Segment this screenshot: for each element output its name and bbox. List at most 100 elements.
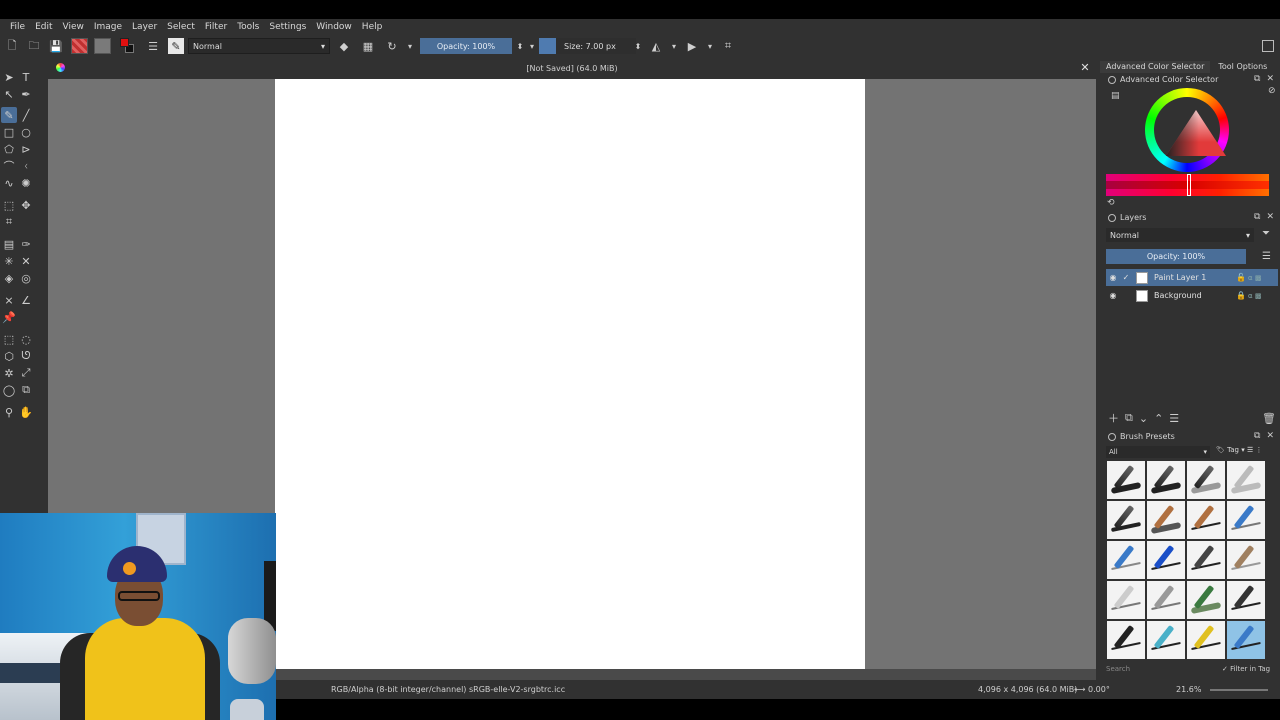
layer-blend-mode-select[interactable]: Normal ▾	[1106, 228, 1254, 242]
brush-preset[interactable]	[1227, 461, 1265, 499]
measure-tool-icon[interactable]: ∠	[18, 292, 34, 308]
brush-preset[interactable]	[1107, 461, 1145, 499]
pan-tool-icon[interactable]: ✋	[18, 404, 34, 420]
refresh-icon[interactable]: ⟲	[1107, 198, 1115, 208]
freehand-path-icon[interactable]: ᚲ	[18, 158, 34, 174]
eraser-mode-icon[interactable]: ◆	[336, 38, 352, 54]
brush-preset[interactable]	[1147, 501, 1185, 539]
menu-select[interactable]: Select	[162, 22, 200, 32]
calligraphy-icon[interactable]: ✒	[18, 86, 34, 102]
layer-row-background[interactable]: ◉ Background 🔒 α ▩	[1106, 287, 1278, 304]
dynamic-brush-icon[interactable]: ∿	[1, 175, 17, 191]
color-triangle[interactable]	[1166, 110, 1226, 156]
text-tool-icon[interactable]: T	[18, 69, 34, 85]
open-folder-icon[interactable]: 🗀	[26, 38, 42, 54]
menu-layer[interactable]: Layer	[127, 22, 162, 32]
opacity-slider[interactable]: Opacity: 100%	[420, 38, 512, 54]
filter-in-tag-checkbox[interactable]: ✓ Filter in Tag	[1222, 665, 1270, 673]
move-down-icon[interactable]: ⌄	[1139, 412, 1148, 425]
menu-help[interactable]: Help	[357, 22, 388, 32]
brush-preset[interactable]	[1147, 621, 1185, 659]
menu-settings[interactable]: Settings	[264, 22, 311, 32]
brush-preset[interactable]	[1227, 581, 1265, 619]
rotation-readout[interactable]: ⟷ 0.00°	[1074, 685, 1110, 694]
unlock-icon[interactable]: 🔓	[1234, 273, 1248, 282]
blend-mode-select[interactable]: Normal ▾	[188, 38, 330, 54]
brush-tag-select[interactable]: All ▾	[1106, 446, 1210, 458]
polygon-select-icon[interactable]: ⬡	[1, 348, 17, 364]
brush-preset[interactable]	[1187, 501, 1225, 539]
smart-patch-icon[interactable]: ✕	[18, 253, 34, 269]
reference-tool-icon[interactable]: 📌	[1, 309, 17, 325]
bezier-select-icon[interactable]: ◯	[1, 382, 17, 398]
bezier-tool-icon[interactable]: ⌒	[1, 158, 17, 174]
checkmark-icon[interactable]: ✓	[1120, 273, 1132, 282]
brush-search-input[interactable]: Search	[1106, 665, 1216, 673]
tab-advanced-color-selector[interactable]: Advanced Color Selector	[1100, 61, 1211, 73]
brush-preset[interactable]	[1187, 621, 1225, 659]
ellipse-select-icon[interactable]: ◌	[18, 331, 34, 347]
layer-flags-icon[interactable]: α ▩	[1248, 292, 1278, 300]
new-document-icon[interactable]: 🗋	[4, 38, 20, 54]
layer-flags-icon[interactable]: α ▩	[1248, 274, 1278, 282]
reload-dropdown-icon[interactable]: ▾	[402, 38, 418, 54]
color-selector-settings-icon[interactable]: ▤	[1111, 91, 1120, 101]
color-picker-small-icon[interactable]: ⊘	[1268, 86, 1276, 96]
wrap-around-icon[interactable]: ⌗	[720, 38, 736, 54]
size-spinner-icon[interactable]: ⬍	[630, 38, 646, 54]
tab-tool-options[interactable]: Tool Options	[1212, 61, 1273, 73]
save-icon[interactable]: 💾	[48, 38, 64, 54]
reload-preset-icon[interactable]: ↻	[384, 38, 400, 54]
menu-tools[interactable]: Tools	[232, 22, 264, 32]
menu-window[interactable]: Window	[311, 22, 357, 32]
close-panel-icon[interactable]: ✕	[1266, 74, 1274, 84]
fill-tool-icon[interactable]: ◈	[1, 270, 17, 286]
brush-preset[interactable]	[1147, 541, 1185, 579]
brush-preset[interactable]	[1147, 581, 1185, 619]
transform-tool-icon[interactable]: ⬚	[1, 197, 17, 213]
drawing-canvas[interactable]	[275, 79, 865, 669]
document-tab[interactable]: [Not Saved] (64.0 MiB) ✕	[48, 57, 1096, 79]
mirror-v-dropdown-icon[interactable]: ▾	[702, 38, 718, 54]
brush-settings-icon[interactable]: ☰	[145, 38, 161, 54]
brush-preset[interactable]	[1187, 461, 1225, 499]
zoom-level[interactable]: 21.6%	[1176, 685, 1201, 694]
multibrush-icon[interactable]: ✺	[18, 175, 34, 191]
float-panel-icon[interactable]: ⧉	[1254, 431, 1260, 441]
brush-preset[interactable]	[1227, 501, 1265, 539]
menu-filter[interactable]: Filter	[200, 22, 232, 32]
close-panel-icon[interactable]: ✕	[1266, 212, 1274, 222]
filter-icon[interactable]: ⏷	[1262, 228, 1270, 239]
edit-shapes-icon[interactable]: ↖	[1, 86, 17, 102]
dock-layout-icon[interactable]	[1262, 40, 1274, 52]
zoom-tool-icon[interactable]: ⚲	[1, 404, 17, 420]
lock-icon[interactable]: 🔒	[1234, 291, 1248, 300]
float-panel-icon[interactable]: ⧉	[1254, 212, 1260, 222]
trash-icon[interactable]: 🗑	[1262, 412, 1276, 425]
mirror-dropdown-icon[interactable]: ▾	[666, 38, 682, 54]
layer-opacity-slider[interactable]: Opacity: 100%	[1106, 249, 1246, 264]
colorize-mask-icon[interactable]: ✳	[1, 253, 17, 269]
eye-icon[interactable]: ◉	[1106, 291, 1120, 300]
gradient-tool-icon[interactable]: ▤	[1, 236, 17, 252]
layer-row-paint-layer-1[interactable]: ◉ ✓ Paint Layer 1 🔓 α ▩	[1106, 269, 1278, 286]
color-picker-icon[interactable]: ✑	[18, 236, 34, 252]
tag-button[interactable]: 🏷 Tag ▾ ☰ ⋮	[1216, 446, 1262, 454]
zoom-slider[interactable]	[1210, 689, 1268, 691]
crop-tool-icon[interactable]: ⌗	[1, 214, 17, 230]
contiguous-select-icon[interactable]: ✲	[1, 365, 17, 381]
gradient-button[interactable]	[94, 38, 111, 54]
magnetic-select-icon[interactable]: ⧉	[18, 382, 34, 398]
float-panel-icon[interactable]: ⧉	[1254, 74, 1260, 84]
menu-image[interactable]: Image	[89, 22, 127, 32]
freehand-brush-icon[interactable]: ✎	[1, 107, 17, 123]
layer-properties-icon[interactable]: ☰	[1169, 412, 1179, 425]
polygon-tool-icon[interactable]: ⬠	[1, 141, 17, 157]
assistant-tool-icon[interactable]: ⨯	[1, 292, 17, 308]
menu-file[interactable]: File	[5, 22, 30, 32]
freehand-select-icon[interactable]: ᘎ	[18, 348, 34, 364]
brush-preset[interactable]	[1227, 541, 1265, 579]
move-tool-icon[interactable]: ✥	[18, 197, 34, 213]
brush-preset-icon[interactable]: ✎	[168, 38, 184, 54]
color-patches-strip[interactable]	[1106, 174, 1269, 196]
